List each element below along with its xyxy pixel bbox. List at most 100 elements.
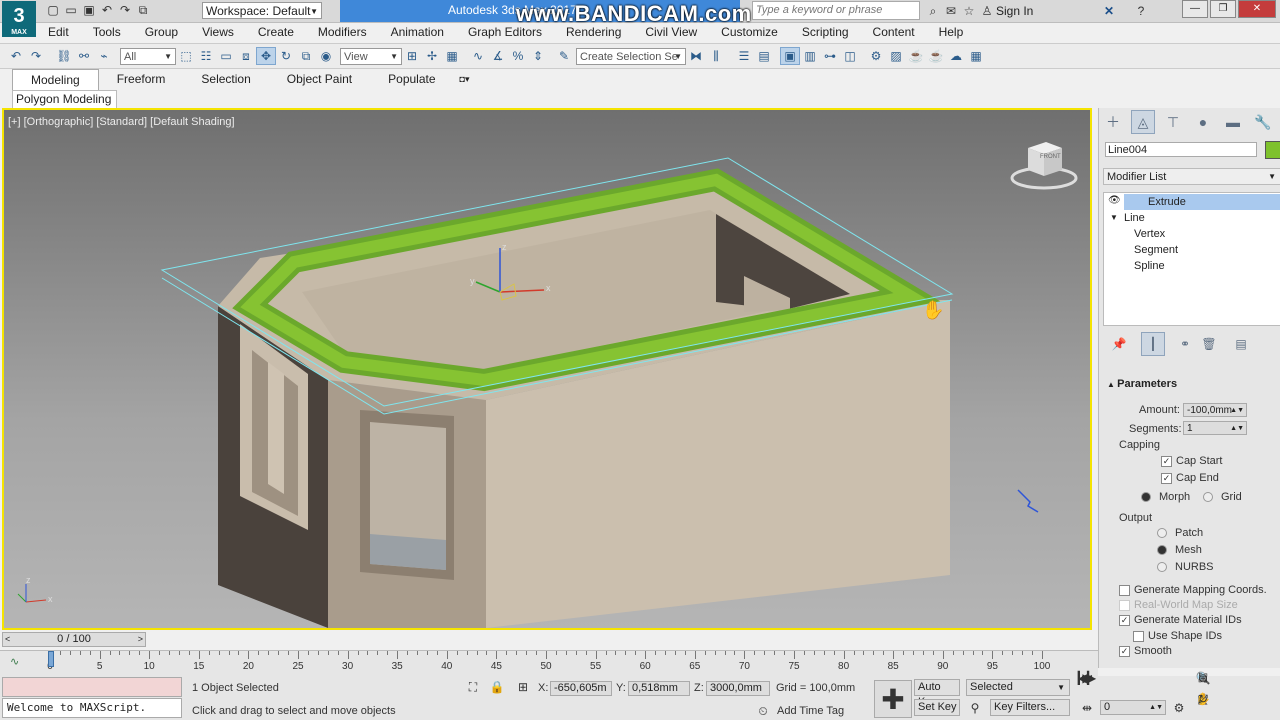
set-key-big-icon[interactable]: ✚ (874, 680, 912, 718)
utilities-tab-icon[interactable]: 🔧 (1251, 110, 1275, 134)
y-coord-field[interactable]: 0,518mm (628, 681, 690, 696)
select-and-scale-icon[interactable]: ⧉ (296, 47, 316, 65)
reference-coordinate-dropdown[interactable]: View ▼ (340, 47, 402, 65)
communication-icon[interactable]: ✉ (942, 3, 960, 19)
stack-item-segment[interactable]: Segment (1134, 242, 1178, 258)
ribbon-panel-polygon-modeling[interactable]: Polygon Modeling (12, 90, 117, 109)
menu-content[interactable]: Content (861, 22, 927, 42)
viewport-scene[interactable]: ✋ (4, 110, 1090, 628)
configure-sets-icon[interactable]: ▤ (1229, 332, 1253, 356)
time-tag-icon[interactable]: ⏲ (752, 702, 774, 720)
a360-gallery-icon[interactable]: ▦ (966, 47, 986, 65)
modify-tab-icon[interactable]: ◬ (1131, 110, 1155, 134)
tab-selection[interactable]: Selection (183, 69, 268, 89)
angle-snap-icon[interactable]: ∡ (488, 47, 508, 65)
eye-icon[interactable]: 👁 (1108, 195, 1121, 206)
spinner-snap-icon[interactable]: ⇕ (528, 47, 548, 65)
align-icon[interactable]: ⫼ (706, 47, 726, 65)
cap-start-checkbox[interactable]: ✓ Cap Start (1161, 455, 1222, 467)
segments-spinner[interactable]: 1 ▲▼ (1183, 421, 1247, 435)
patch-radio[interactable]: Patch (1157, 527, 1203, 539)
tab-modeling[interactable]: Modeling (12, 68, 99, 90)
show-end-result-icon[interactable]: ┃ (1141, 332, 1165, 356)
tab-populate[interactable]: Populate (370, 69, 453, 89)
link-icon[interactable]: ⛓ (54, 47, 74, 65)
modifier-list-dropdown[interactable]: Modifier List ▼ (1103, 168, 1280, 185)
mesh-radio[interactable]: Mesh (1157, 544, 1202, 556)
pivot-center-icon[interactable]: ⊞ (402, 47, 422, 65)
set-key-button[interactable]: Set Key (914, 699, 960, 716)
close-button[interactable]: ✕ (1238, 0, 1276, 18)
toggle-ribbon-icon[interactable]: ▣ (780, 47, 800, 65)
object-color-swatch[interactable] (1265, 141, 1280, 159)
zoom-extents-all-icon[interactable]: ⧉ (1192, 669, 1214, 687)
go-to-end-icon[interactable]: ⏭ (1076, 669, 1098, 687)
new-file-icon[interactable]: ▢ (44, 2, 62, 18)
menu-animation[interactable]: Animation (379, 22, 456, 42)
real-world-map-size-checkbox[interactable]: Real-World Map Size (1119, 599, 1238, 611)
select-and-move-icon[interactable]: ✥ (256, 47, 276, 65)
workspace-dropdown[interactable]: Workspace: Default ▼ (202, 2, 322, 19)
viewport-label[interactable]: [+] [Orthographic] [Standard] [Default S… (8, 116, 235, 128)
render-in-cloud-icon[interactable]: ☁ (946, 47, 966, 65)
render-setup-icon[interactable]: ⚙ (866, 47, 886, 65)
menu-views[interactable]: Views (190, 22, 246, 42)
help-icon[interactable]: ? (1132, 3, 1150, 19)
display-tab-icon[interactable]: ▬ (1221, 110, 1245, 134)
menu-help[interactable]: Help (927, 22, 976, 42)
motion-tab-icon[interactable]: ● (1191, 110, 1215, 134)
project-folder-icon[interactable]: ⧉ (134, 2, 152, 18)
nurbs-radio[interactable]: NURBS (1157, 561, 1214, 573)
rectangular-selection-icon[interactable]: ▭ (216, 47, 236, 65)
unlink-icon[interactable]: ⚯ (74, 47, 94, 65)
exchange-apps-icon[interactable]: ✕ (1100, 3, 1118, 19)
save-icon[interactable]: ▣ (80, 2, 98, 18)
make-unique-icon[interactable]: ⚭ (1173, 332, 1197, 356)
redo-icon[interactable]: ↷ (26, 47, 46, 65)
user-icon[interactable]: ♙ (978, 3, 996, 19)
stack-item-line[interactable]: Line (1124, 210, 1145, 226)
key-filters-button[interactable]: Key Filters... (990, 699, 1070, 716)
render-production-icon[interactable]: ☕ (906, 47, 926, 65)
select-and-rotate-icon[interactable]: ↻ (276, 47, 296, 65)
undo-icon[interactable]: ↶ (98, 2, 116, 18)
menu-tools[interactable]: Tools (81, 22, 133, 42)
key-mode-toggle-icon[interactable]: ⇹ (1076, 699, 1098, 717)
z-coord-field[interactable]: 3000,0mm (706, 681, 770, 696)
remove-modifier-icon[interactable]: 🗑 (1197, 332, 1221, 356)
keyboard-shortcut-override-icon[interactable]: ▦ (442, 47, 462, 65)
curve-editor-mini-icon[interactable]: ∿ (10, 655, 19, 668)
stack-item-spline[interactable]: Spline (1134, 258, 1165, 274)
stack-item-vertex[interactable]: Vertex (1134, 226, 1165, 242)
selection-filter-dropdown[interactable]: All ▼ (120, 47, 176, 65)
x-coord-field[interactable]: -650,605m (550, 681, 612, 696)
named-selection-set-dropdown[interactable]: Create Selection Se ▼ (576, 47, 686, 65)
time-slider-prev-icon[interactable]: < (5, 633, 10, 646)
material-editor-icon[interactable]: ◫ (840, 47, 860, 65)
track-bar[interactable]: ∿ 05101520253035404550556065707580859095… (0, 650, 1098, 677)
rendered-frame-window-icon[interactable]: ▨ (886, 47, 906, 65)
snaps-toggle-icon[interactable]: ∿ (468, 47, 488, 65)
selection-lock-icon[interactable]: 🔒 (486, 678, 508, 696)
add-time-tag-button[interactable]: Add Time Tag (777, 705, 844, 717)
favorites-star-icon[interactable]: ☆ (960, 3, 978, 19)
amount-spinner[interactable]: -100,0mm ▲▼ (1183, 403, 1247, 417)
window-crossing-icon[interactable]: ⧈ (236, 47, 256, 65)
isolate-selection-icon[interactable]: ⛶ (462, 678, 484, 696)
tab-object-paint[interactable]: Object Paint (269, 69, 370, 89)
menu-edit[interactable]: Edit (36, 22, 81, 42)
grid-radio[interactable]: Grid (1203, 491, 1242, 503)
curve-editor-icon[interactable]: ▥ (800, 47, 820, 65)
absolute-mode-icon[interactable]: ⊞ (512, 678, 534, 696)
scene-explorer-icon[interactable]: ☰ (734, 47, 754, 65)
time-marker[interactable] (48, 651, 54, 667)
time-configuration-icon[interactable]: ⚙ (1168, 699, 1190, 717)
ribbon-options-icon[interactable]: ◘▾ (454, 71, 476, 87)
parameters-rollout-title[interactable]: ▲ Parameters (1107, 378, 1177, 390)
menu-scripting[interactable]: Scripting (790, 22, 861, 42)
minimize-button[interactable]: — (1182, 0, 1208, 18)
open-file-icon[interactable]: ▭ (62, 2, 80, 18)
viewport-orthographic[interactable]: ✋ [+] [Orthographic] [Standard] [Default… (2, 108, 1092, 630)
bind-space-warp-icon[interactable]: ⌁ (94, 47, 114, 65)
object-name-field[interactable]: Line004 (1105, 142, 1257, 157)
